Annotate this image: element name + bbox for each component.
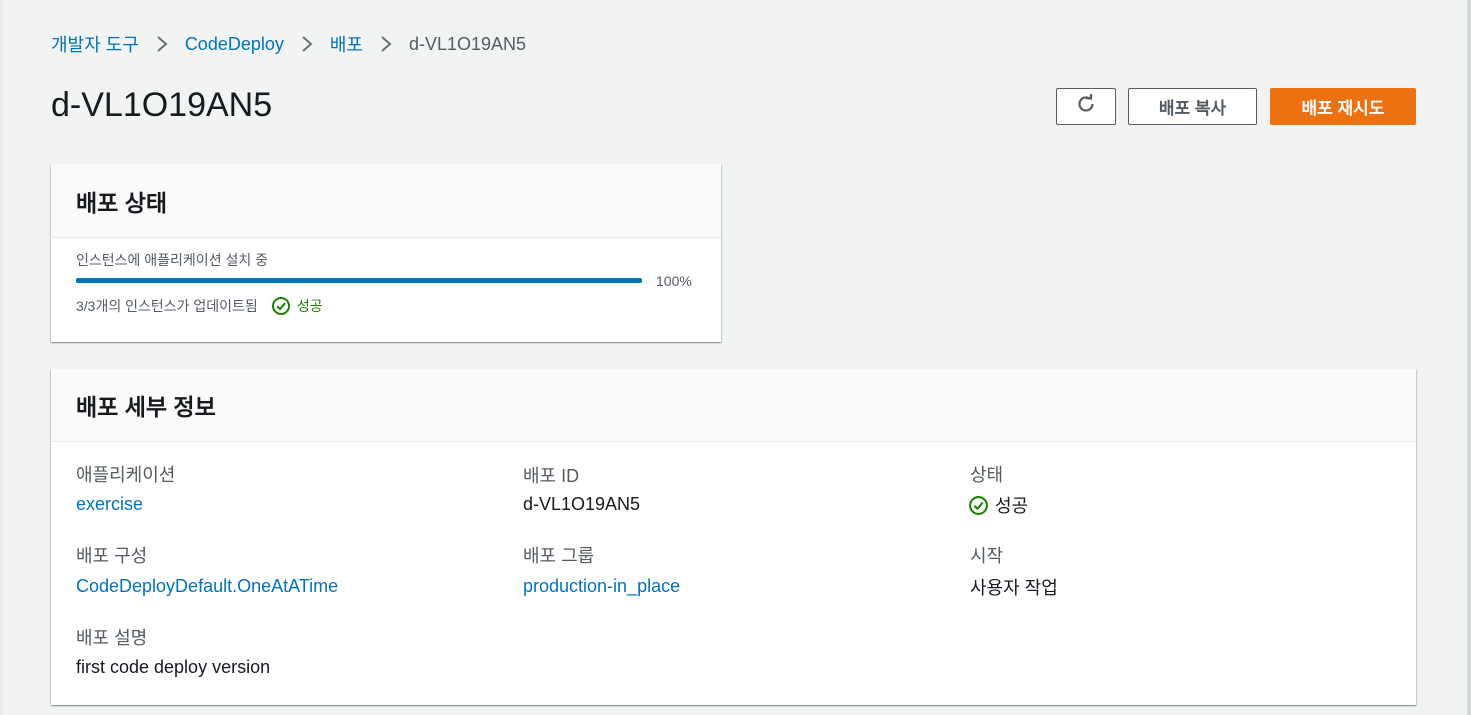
chevron-right-icon bbox=[139, 35, 185, 53]
deployment-status-panel: 배포 상태 인스턴스에 애플리케이션 설치 중 100% 3/3개의 인스턴스가… bbox=[51, 164, 721, 342]
window-edge-left bbox=[0, 0, 3, 715]
deployment-config-label: 배포 구성 bbox=[76, 546, 148, 566]
check-circle-icon bbox=[969, 495, 988, 515]
deployment-details-header: 배포 세부 정보 bbox=[51, 369, 1416, 442]
initiator-label: 시작 bbox=[970, 546, 1004, 566]
chevron-right-icon bbox=[363, 35, 409, 53]
state-label: 상태 bbox=[970, 465, 1004, 485]
refresh-icon bbox=[1075, 93, 1097, 120]
instances-updated-text: 3/3개의 인스턴스가 업데이트됨 bbox=[76, 298, 258, 314]
progress-bar-fill bbox=[76, 278, 642, 283]
status-result: 성공 bbox=[271, 296, 323, 316]
breadcrumb-deployments[interactable]: 배포 bbox=[330, 31, 363, 57]
breadcrumb-developer-tools[interactable]: 개발자 도구 bbox=[51, 31, 139, 57]
deployment-id-label: 배포 ID bbox=[523, 466, 580, 486]
breadcrumb-current: d-VL1O19AN5 bbox=[409, 33, 527, 54]
check-circle-icon bbox=[271, 297, 290, 315]
deployment-details-panel: 배포 세부 정보 애플리케이션 exercise 배포 구성 CodeDeplo… bbox=[51, 369, 1416, 705]
breadcrumb: 개발자 도구 CodeDeploy 배포 d-VL1O19AN5 bbox=[51, 31, 526, 57]
deployment-description-label: 배포 설명 bbox=[76, 628, 148, 648]
status-summary: 3/3개의 인스턴스가 업데이트됨 성공 bbox=[76, 296, 323, 316]
status-result-label: 성공 bbox=[296, 298, 323, 314]
deployment-group-label: 배포 그룹 bbox=[523, 546, 595, 566]
deployment-status-header: 배포 상태 bbox=[51, 164, 721, 238]
deployment-config-link[interactable]: CodeDeployDefault.OneAtATime bbox=[76, 576, 338, 597]
status-description: 인스턴스에 애플리케이션 설치 중 bbox=[76, 252, 268, 268]
page-title: d-VL1O19AN5 bbox=[51, 86, 273, 124]
breadcrumb-codedeploy[interactable]: CodeDeploy bbox=[185, 34, 284, 55]
initiator-value: 사용자 작업 bbox=[970, 578, 1058, 598]
retry-deployment-button[interactable]: 배포 재시도 bbox=[1270, 88, 1416, 125]
window-scrollbar-edge bbox=[1467, 0, 1471, 715]
application-link[interactable]: exercise bbox=[76, 494, 143, 515]
copy-deployment-button[interactable]: 배포 복사 bbox=[1128, 88, 1257, 125]
state-value-label: 성공 bbox=[995, 496, 1029, 516]
progress-bar bbox=[76, 278, 642, 283]
deployment-details-heading: 배포 세부 정보 bbox=[76, 394, 216, 420]
application-label: 애플리케이션 bbox=[76, 465, 176, 485]
deployment-id-value: d-VL1O19AN5 bbox=[523, 494, 641, 514]
state-value: 성공 bbox=[968, 492, 1028, 518]
deployment-description-value: first code deploy version bbox=[76, 657, 271, 677]
deployment-status-heading: 배포 상태 bbox=[76, 189, 168, 216]
deployment-group-link[interactable]: production-in_place bbox=[523, 576, 680, 597]
chevron-right-icon bbox=[284, 35, 330, 53]
progress-percent: 100% bbox=[656, 273, 692, 289]
refresh-button[interactable] bbox=[1056, 88, 1116, 125]
